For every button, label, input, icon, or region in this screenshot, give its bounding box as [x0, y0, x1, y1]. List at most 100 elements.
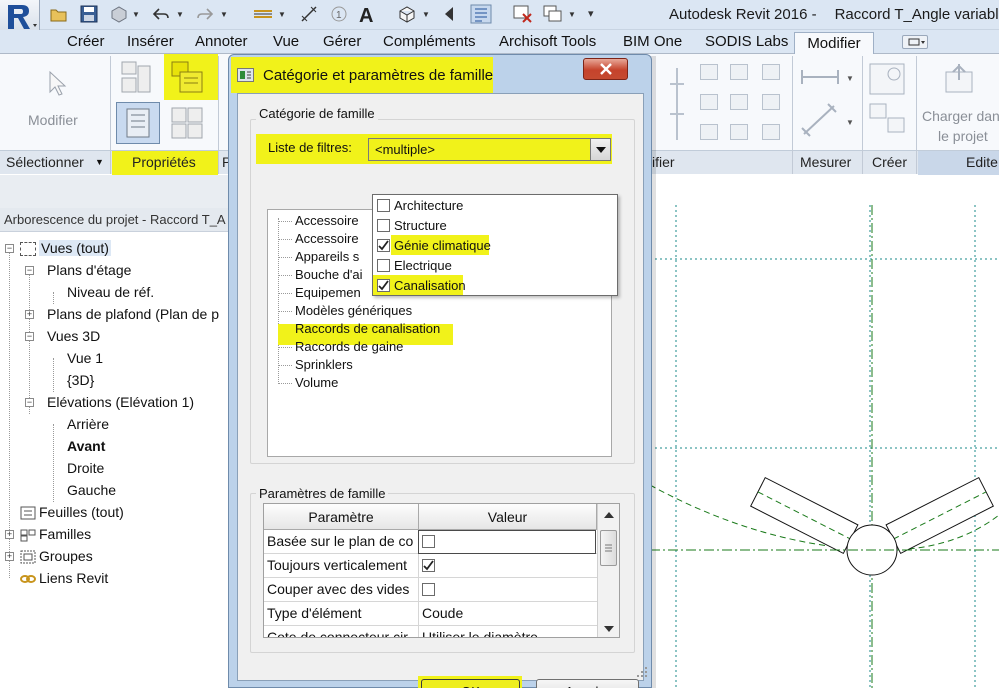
- array-icon[interactable]: [666, 64, 688, 144]
- tab-inserer[interactable]: Insérer: [127, 33, 174, 50]
- tab-modifier[interactable]: Modifier: [794, 32, 874, 55]
- tab-archisoft-tools[interactable]: Archisoft Tools: [499, 33, 596, 50]
- parameters-scrollbar[interactable]: [597, 504, 619, 637]
- tab-creer[interactable]: Créer: [67, 33, 105, 50]
- aligned-dimension-icon[interactable]: [298, 3, 320, 25]
- collapse-toggle[interactable]: −: [25, 332, 34, 341]
- param-checkbox[interactable]: [422, 583, 435, 596]
- tab-annoter[interactable]: Annoter: [195, 33, 248, 50]
- aligned-dimension-ribbon-icon[interactable]: [800, 102, 840, 138]
- tree-item-families[interactable]: Familles: [20, 523, 91, 545]
- tree-item-revit-links[interactable]: Liens Revit: [20, 567, 108, 589]
- properties-icon[interactable]: [118, 58, 156, 96]
- tree-item-elevations[interactable]: Elévations (Elévation 1): [47, 391, 194, 413]
- thin-lines-icon[interactable]: [470, 3, 492, 25]
- text-icon[interactable]: A: [356, 3, 378, 25]
- tab-sodis-labs[interactable]: SODIS Labs: [705, 33, 788, 50]
- category-item[interactable]: Modèles génériques: [295, 302, 412, 320]
- filter-option-electrique[interactable]: Electrique: [377, 255, 452, 275]
- cancel-button[interactable]: Annuler: [536, 679, 639, 688]
- param-value[interactable]: Utiliser le diamètre: [422, 629, 538, 637]
- param-checkbox-checked[interactable]: [422, 559, 435, 572]
- checkbox[interactable]: [377, 218, 390, 232]
- ok-button[interactable]: OK: [421, 679, 520, 688]
- section-icon[interactable]: [440, 3, 462, 25]
- category-item[interactable]: Sprinklers: [295, 356, 353, 374]
- type-properties-button[interactable]: [116, 102, 160, 144]
- redo-dropdown-icon[interactable]: ▼: [220, 10, 228, 19]
- measure-dropdown-icon[interactable]: ▼: [278, 10, 286, 19]
- switch-windows-dropdown-icon[interactable]: ▼: [568, 10, 576, 19]
- drawing-area[interactable]: [650, 175, 999, 688]
- tree-item-back[interactable]: Arrière: [67, 413, 109, 435]
- undo-dropdown-icon[interactable]: ▼: [176, 10, 184, 19]
- filter-option-genie-climatique[interactable]: Génie climatique: [377, 235, 491, 255]
- tab-bim-one[interactable]: BIM One: [623, 33, 682, 50]
- tree-item-floor-plans[interactable]: Plans d'étage: [47, 259, 131, 281]
- family-types-icon[interactable]: [168, 104, 208, 142]
- 3d-view-icon[interactable]: [396, 3, 418, 25]
- tree-item-ref-level[interactable]: Niveau de réf.: [67, 281, 154, 303]
- open-icon[interactable]: [48, 3, 70, 25]
- category-item[interactable]: Raccords de gaine: [295, 338, 403, 356]
- sync-icon[interactable]: [108, 3, 130, 25]
- category-item[interactable]: Accessoire: [295, 212, 359, 230]
- expand-toggle[interactable]: +: [25, 310, 34, 319]
- checkbox-checked[interactable]: [377, 278, 390, 292]
- family-category-parameters-icon[interactable]: [168, 58, 208, 96]
- tab-vue[interactable]: Vue: [273, 33, 299, 50]
- tab-complements[interactable]: Compléments: [383, 33, 476, 50]
- ribbon-display-options-button[interactable]: [902, 35, 928, 49]
- collapse-toggle[interactable]: −: [5, 244, 14, 253]
- column-header-parameter[interactable]: Paramètre: [264, 504, 419, 530]
- column-header-value[interactable]: Valeur: [419, 504, 597, 530]
- select-panel-dropdown-icon[interactable]: ▼: [95, 157, 104, 167]
- category-item[interactable]: Bouche d'ai: [295, 266, 363, 284]
- scroll-down-icon[interactable]: [604, 626, 614, 632]
- tree-item-left[interactable]: Gauche: [67, 479, 116, 501]
- close-hidden-windows-icon[interactable]: [512, 3, 534, 25]
- category-item[interactable]: Accessoire: [295, 230, 359, 248]
- undo-icon[interactable]: [150, 3, 172, 25]
- split-icon[interactable]: [730, 124, 748, 140]
- resize-grip-icon[interactable]: [636, 666, 648, 678]
- tree-item-3d-views[interactable]: Vues 3D: [47, 325, 100, 347]
- filter-option-canalisation[interactable]: Canalisation: [377, 275, 466, 295]
- redo-icon[interactable]: [194, 3, 216, 25]
- measure-distance-icon[interactable]: [800, 62, 840, 92]
- modify-tool-button[interactable]: Modifier: [8, 60, 104, 150]
- switch-windows-icon[interactable]: [542, 3, 564, 25]
- param-checkbox[interactable]: [422, 535, 435, 548]
- scrollbar-thumb[interactable]: [600, 530, 617, 566]
- tab-gerer[interactable]: Gérer: [323, 33, 361, 50]
- checkbox[interactable]: [377, 258, 390, 272]
- category-item[interactable]: Volume: [295, 374, 338, 392]
- filter-option-structure[interactable]: Structure: [377, 215, 447, 235]
- panel-label-select[interactable]: Sélectionner: [6, 154, 84, 170]
- align-icon[interactable]: [700, 64, 718, 80]
- sync-dropdown-icon[interactable]: ▼: [132, 10, 140, 19]
- scroll-up-icon[interactable]: [604, 512, 614, 518]
- category-item[interactable]: Equipemen: [295, 284, 361, 302]
- category-item[interactable]: Appareils s: [295, 248, 359, 266]
- delete-icon[interactable]: [762, 124, 780, 140]
- 3d-view-dropdown-icon[interactable]: ▼: [422, 10, 430, 19]
- dimension-dropdown-icon[interactable]: ▼: [846, 118, 854, 127]
- copy-icon[interactable]: [730, 94, 748, 110]
- expand-toggle[interactable]: +: [5, 552, 14, 561]
- create-similar-icon[interactable]: [866, 60, 910, 140]
- filter-option-architecture[interactable]: Architecture: [377, 195, 463, 215]
- collapse-toggle[interactable]: −: [25, 398, 34, 407]
- rotate-icon[interactable]: [762, 94, 780, 110]
- tree-item-groups[interactable]: Groupes: [20, 545, 93, 567]
- checkbox[interactable]: [377, 198, 390, 212]
- save-icon[interactable]: [78, 3, 100, 25]
- collapse-toggle[interactable]: −: [25, 266, 34, 275]
- trim-icon[interactable]: [700, 124, 718, 140]
- tree-item-view-1[interactable]: Vue 1: [67, 347, 103, 369]
- move-icon[interactable]: [700, 94, 718, 110]
- measure-dropdown-icon[interactable]: ▼: [846, 74, 854, 83]
- measure-icon[interactable]: [252, 3, 274, 25]
- customize-qat-icon[interactable]: ▾: [588, 7, 594, 20]
- param-value[interactable]: Coude: [422, 605, 463, 621]
